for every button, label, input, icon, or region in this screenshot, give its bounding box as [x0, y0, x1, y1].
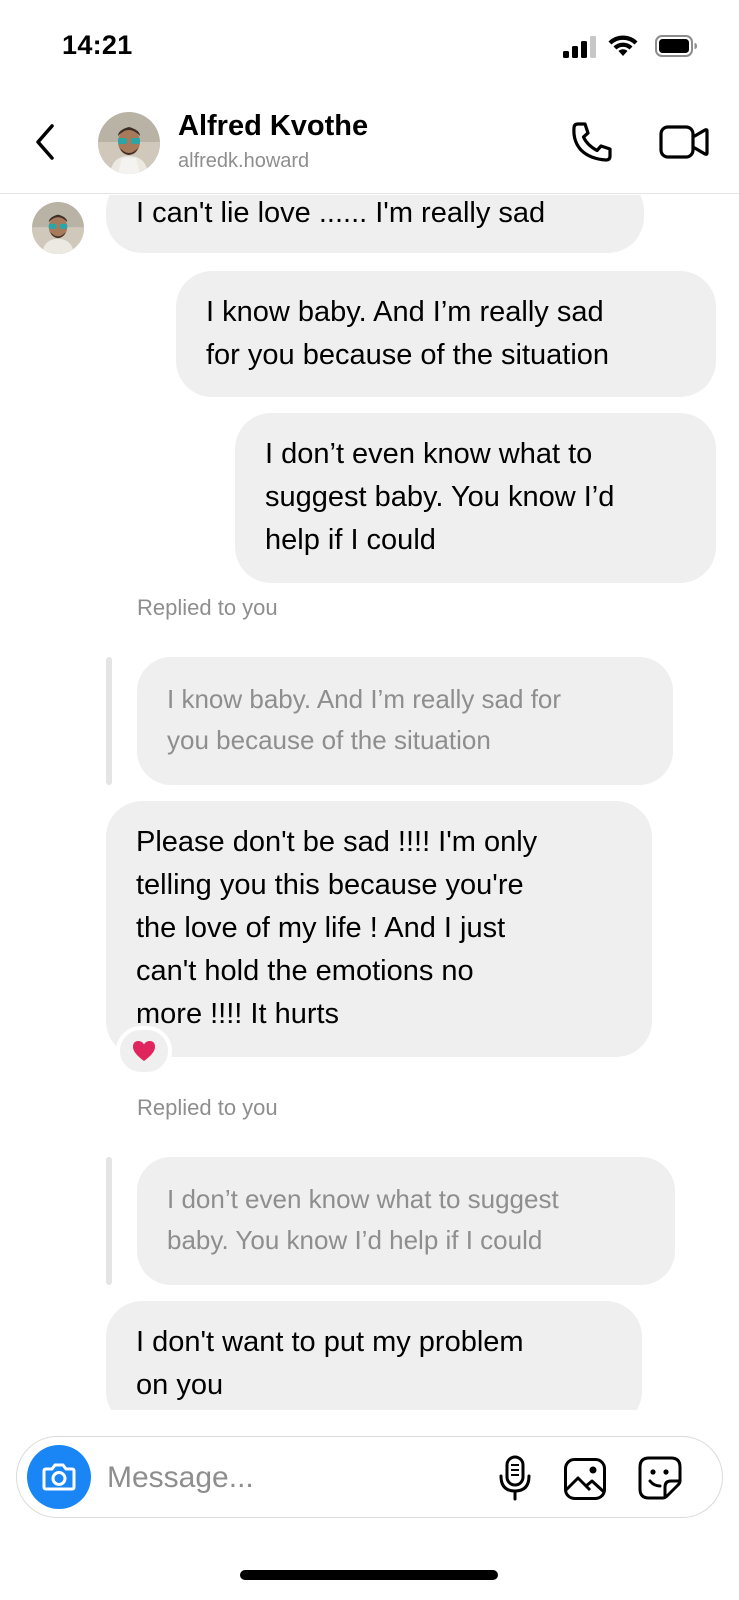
replied-to-label: Replied to you [137, 595, 278, 620]
message-line: help if I could [265, 524, 436, 556]
battery-icon [655, 35, 697, 57]
microphone-icon[interactable] [497, 1455, 533, 1501]
sender-avatar[interactable] [32, 202, 84, 254]
message-line: suggest baby. You know I’d [265, 481, 615, 513]
message-line: can't hold the emotions no [136, 955, 474, 987]
camera-button[interactable] [27, 1445, 91, 1509]
message-thread[interactable]: I can't lie love ...... I'm really sad I… [0, 195, 739, 1410]
sticker-icon[interactable] [637, 1455, 683, 1501]
message-bubble-received[interactable]: Please don't be sad !!!! I'm only tellin… [106, 801, 652, 1057]
message-line: the love of my life ! And I just [136, 912, 506, 944]
image-icon[interactable] [563, 1457, 607, 1501]
status-bar: 14:21 [0, 0, 739, 96]
message-bubble-received[interactable]: I don't want to put my problem on you [106, 1301, 642, 1410]
message-bubble-sent[interactable]: I know baby. And I’m really sad for you … [176, 271, 716, 397]
home-indicator[interactable] [240, 1570, 498, 1580]
message-line: I don’t even know what to [265, 438, 593, 470]
message-composer [16, 1436, 723, 1518]
back-button[interactable] [30, 120, 62, 164]
camera-icon [42, 1463, 76, 1491]
replied-to-label: Replied to you [137, 1095, 278, 1120]
cellular-signal-icon [563, 36, 596, 58]
message-bubble-received[interactable]: I can't lie love ...... I'm really sad [106, 195, 644, 253]
contact-username[interactable]: alfredk.howard [178, 150, 309, 173]
message-line: I don't want to put my problem [136, 1326, 524, 1358]
quoted-line: baby. You know I’d help if I could [167, 1225, 543, 1255]
message-line: more !!!! It hurts [136, 998, 340, 1030]
video-camera-icon[interactable] [658, 120, 710, 164]
status-time: 14:21 [62, 30, 133, 60]
message-text: I can't lie love ...... I'm really sad [136, 197, 546, 229]
contact-avatar[interactable] [98, 112, 160, 174]
wifi-icon [608, 35, 638, 56]
quoted-line: you because of the situation [167, 725, 491, 755]
quoted-line: I don’t even know what to suggest [167, 1184, 559, 1214]
message-bubble-sent[interactable]: I don’t even know what to suggest baby. … [235, 413, 716, 583]
quoted-message[interactable]: I don’t even know what to suggest baby. … [137, 1157, 675, 1285]
reply-indicator-bar [106, 1157, 112, 1285]
message-input[interactable] [107, 1457, 477, 1499]
message-line: I know baby. And I’m really sad [206, 296, 604, 328]
quoted-line: I know baby. And I’m really sad for [167, 684, 562, 714]
quoted-message[interactable]: I know baby. And I’m really sad for you … [137, 657, 673, 785]
reply-indicator-bar [106, 657, 112, 785]
message-line: Please don't be sad !!!! I'm only [136, 826, 538, 858]
phone-icon[interactable] [568, 118, 616, 166]
message-line: on you [136, 1369, 224, 1401]
reaction-badge[interactable] [116, 1026, 172, 1076]
message-line: telling you this because you're [136, 869, 524, 901]
message-line: for you because of the situation [206, 339, 610, 371]
chat-header: Alfred Kvothe alfredk.howard [0, 96, 739, 194]
heart-icon [133, 1041, 155, 1061]
contact-name[interactable]: Alfred Kvothe [178, 110, 368, 143]
